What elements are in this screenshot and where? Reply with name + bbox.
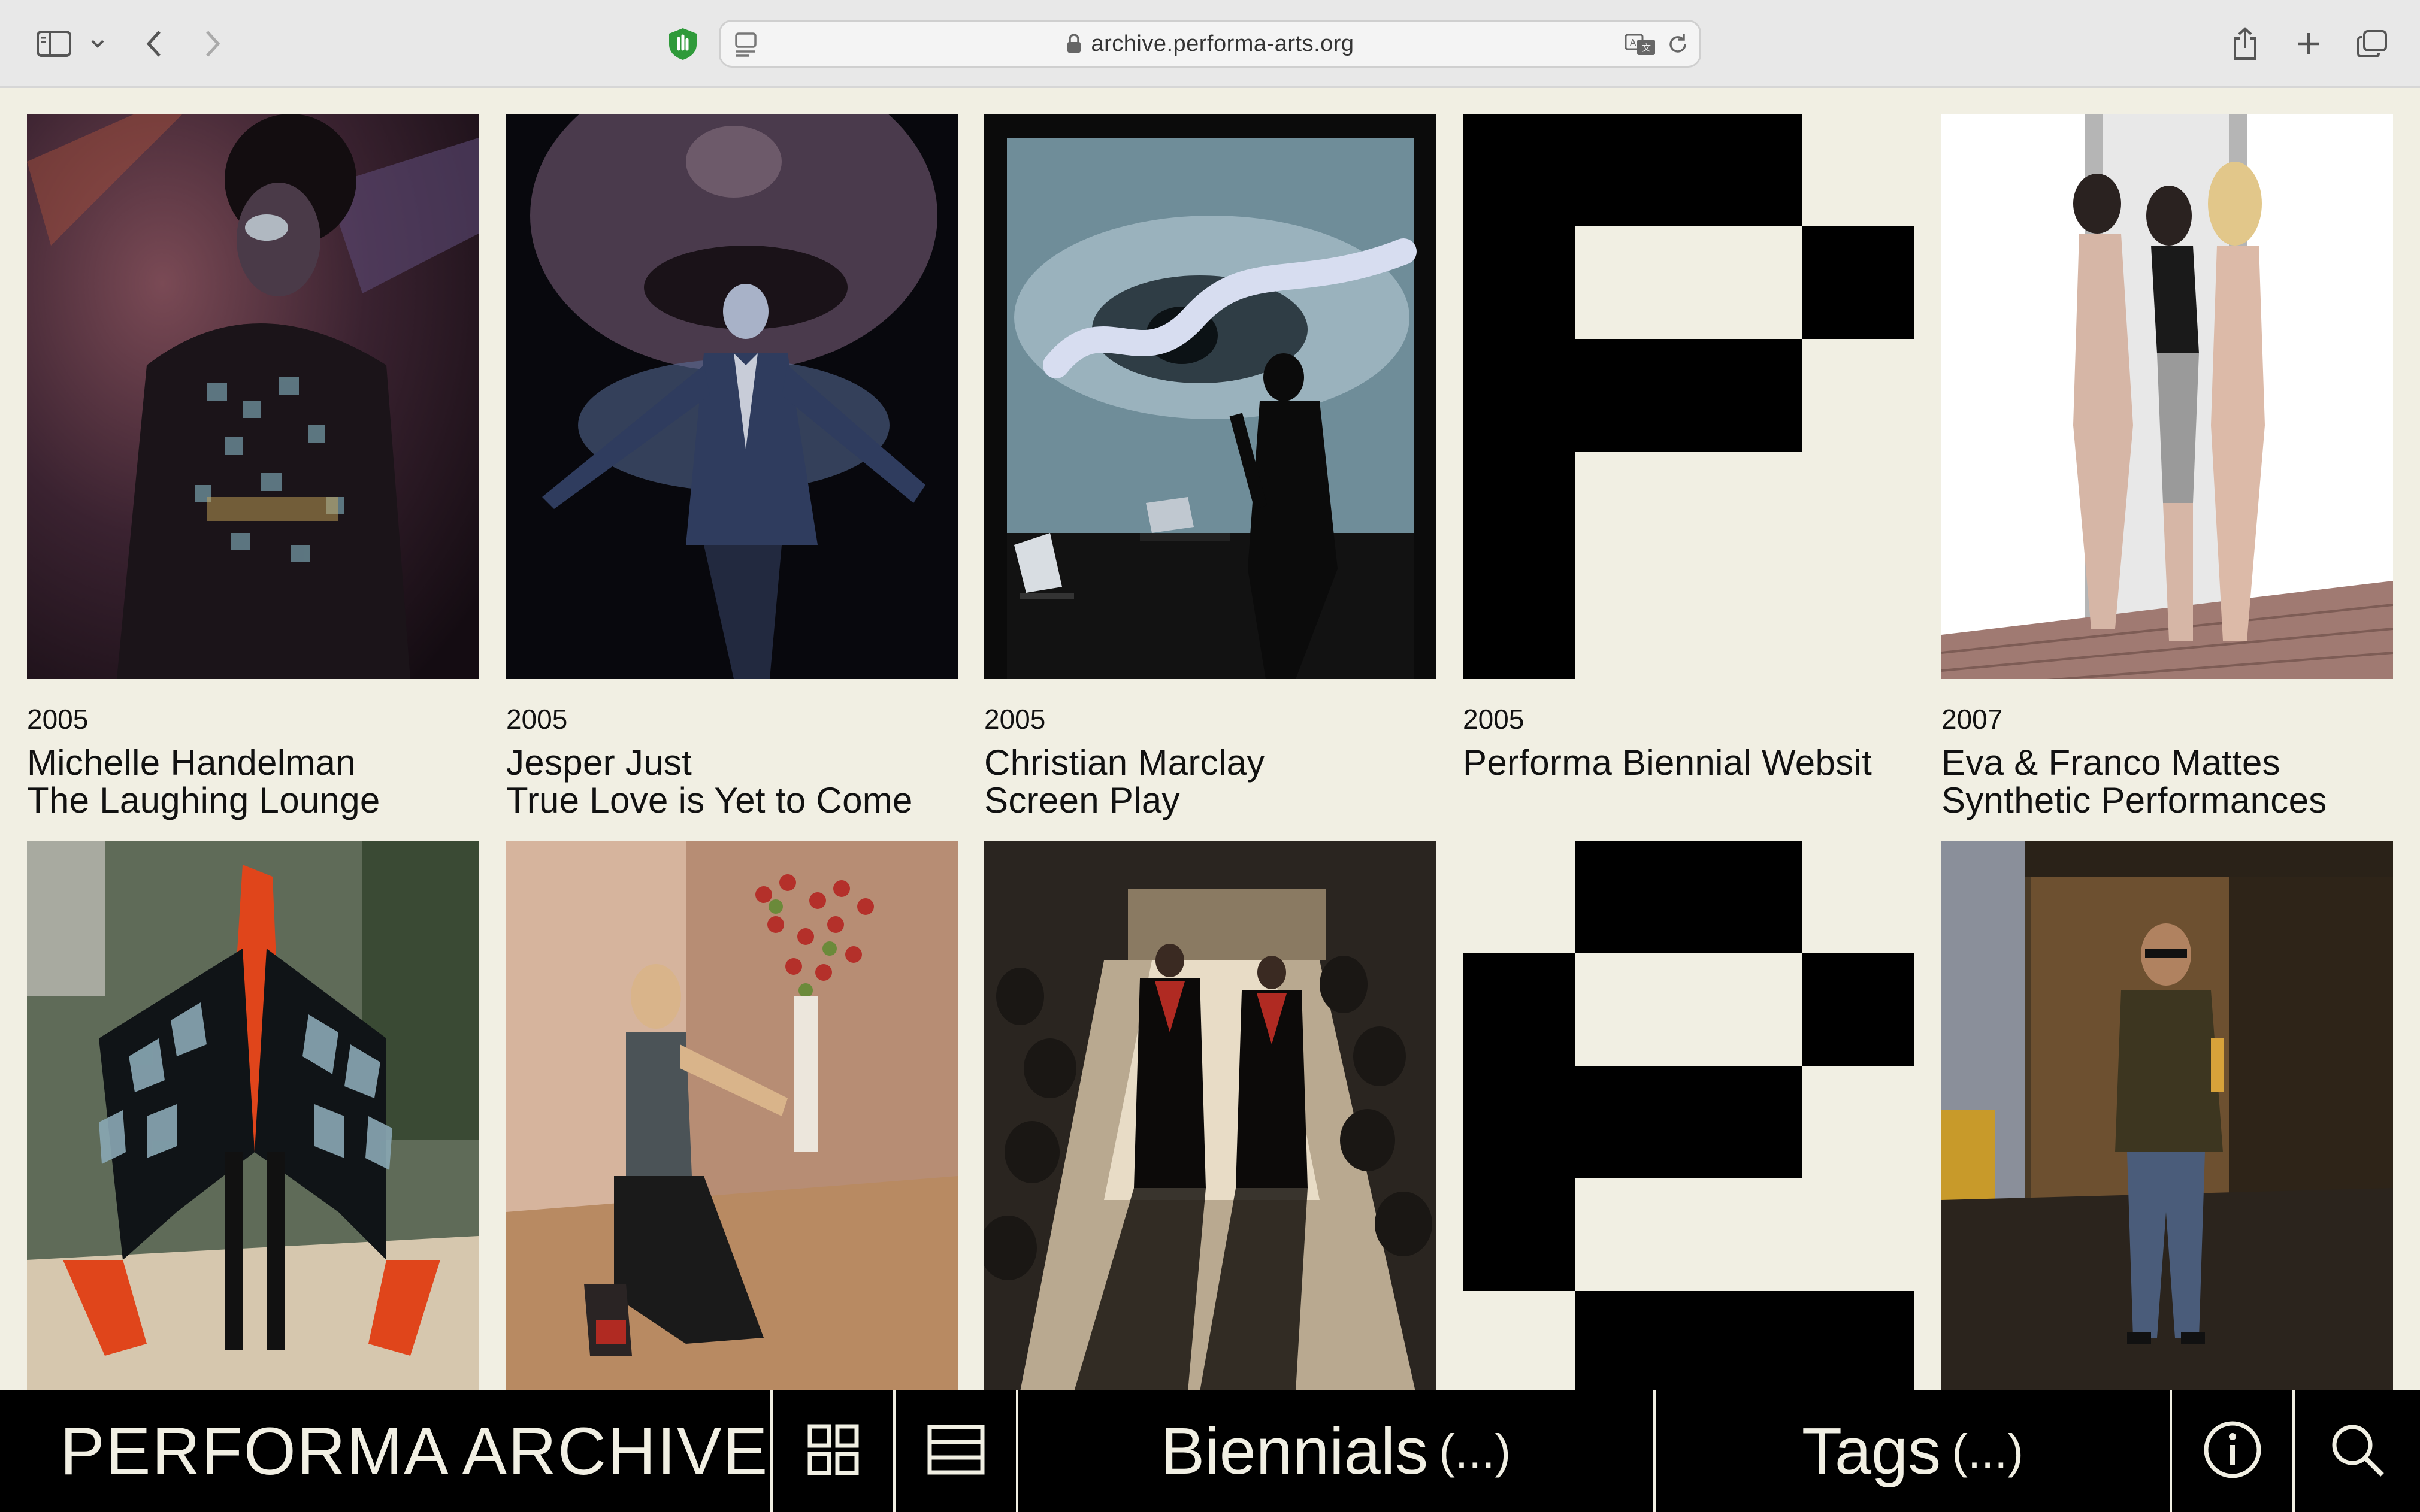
archive-card[interactable] <box>1941 841 2393 1390</box>
archive-card[interactable]: 2005 Jesper Just True Love is Yet to Com… <box>506 114 958 819</box>
card-artist: Performa Biennial Websit <box>1463 743 1873 783</box>
card-title: The Laughing Lounge <box>27 780 380 820</box>
archive-card[interactable] <box>1463 841 1914 1390</box>
card-image[interactable] <box>984 841 1436 1390</box>
card-year: 2005 <box>27 704 89 735</box>
new-tab-icon[interactable] <box>2292 25 2325 62</box>
search-icon <box>2328 1421 2386 1481</box>
card-artist: Christian Marclay <box>984 743 1265 783</box>
tags-label: Tags <box>1801 1414 1941 1488</box>
biennials-menu[interactable]: Biennials (...) <box>1018 1390 1656 1512</box>
card-artist: Michelle Handelman <box>27 743 356 783</box>
tags-menu[interactable]: Tags (...) <box>1656 1390 2172 1512</box>
svg-text:文: 文 <box>1642 43 1651 53</box>
tags-count: (...) <box>1952 1424 2024 1478</box>
browser-toolbar: archive.performa-arts.org A文 <box>0 0 2420 88</box>
card-title: Synthetic Performances <box>1941 780 2327 820</box>
card-artist: Jesper Just <box>506 743 692 783</box>
card-image[interactable] <box>1463 114 1914 679</box>
biennials-label: Biennials <box>1160 1414 1429 1488</box>
share-icon[interactable] <box>2228 25 2262 62</box>
card-image[interactable] <box>506 841 958 1390</box>
svg-text:A: A <box>1630 37 1636 48</box>
list-view-button[interactable] <box>896 1390 1018 1512</box>
archive-card[interactable] <box>984 841 1436 1390</box>
card-year: 2007 <box>1941 704 2003 735</box>
info-button[interactable] <box>2172 1390 2295 1512</box>
card-title: Screen Play <box>984 780 1180 820</box>
biennials-count: (...) <box>1439 1424 1511 1478</box>
grid-view-icon <box>806 1423 860 1480</box>
archive-card[interactable]: 2005 Michelle Handelman The Laughing Lou… <box>27 114 479 819</box>
reload-icon[interactable] <box>1666 32 1690 56</box>
tabs-overview-icon[interactable] <box>2354 25 2390 62</box>
archive-card[interactable] <box>506 841 958 1390</box>
card-image[interactable] <box>1941 114 2393 679</box>
chevron-down-icon[interactable] <box>87 25 108 62</box>
bottom-navigation-bar: PERFORMA ARCHIVE Biennials (...) Tags (.… <box>0 1390 2420 1512</box>
search-button[interactable] <box>2295 1390 2419 1512</box>
archive-card[interactable]: 2005 Christian Marclay Screen Play <box>984 114 1436 819</box>
address-bar[interactable]: archive.performa-arts.org A文 <box>719 20 1701 68</box>
card-image[interactable] <box>506 114 958 679</box>
archive-grid: 2005 Michelle Handelman The Laughing Lou… <box>0 88 2420 1390</box>
sidebar-icon[interactable] <box>33 25 75 62</box>
site-logo[interactable]: PERFORMA ARCHIVE <box>0 1390 773 1512</box>
card-year: 2005 <box>506 704 568 735</box>
list-view-icon <box>927 1425 985 1478</box>
card-image[interactable] <box>1941 841 2393 1390</box>
card-image[interactable] <box>27 841 479 1390</box>
info-icon <box>2203 1420 2262 1483</box>
archive-card[interactable] <box>27 841 479 1390</box>
lock-icon <box>1066 33 1082 54</box>
card-year: 2005 <box>984 704 1046 735</box>
forward-icon[interactable] <box>198 25 228 62</box>
card-artist: Eva & Franco Mattes <box>1941 743 2280 783</box>
archive-card[interactable]: 2005 Performa Biennial Websit <box>1463 114 1914 781</box>
back-icon[interactable] <box>139 25 169 62</box>
card-title: True Love is Yet to Come <box>506 780 913 820</box>
card-image[interactable] <box>1463 841 1914 1390</box>
grid-view-button[interactable] <box>773 1390 896 1512</box>
archive-card[interactable]: 2007 Eva & Franco Mattes Synthetic Perfo… <box>1941 114 2393 819</box>
shield-icon[interactable] <box>664 25 702 62</box>
card-image[interactable] <box>27 114 479 679</box>
card-image[interactable] <box>984 114 1436 679</box>
translate-icon[interactable]: A文 <box>1624 31 1657 57</box>
card-year: 2005 <box>1463 704 1524 735</box>
url-text: archive.performa-arts.org <box>1091 31 1354 56</box>
